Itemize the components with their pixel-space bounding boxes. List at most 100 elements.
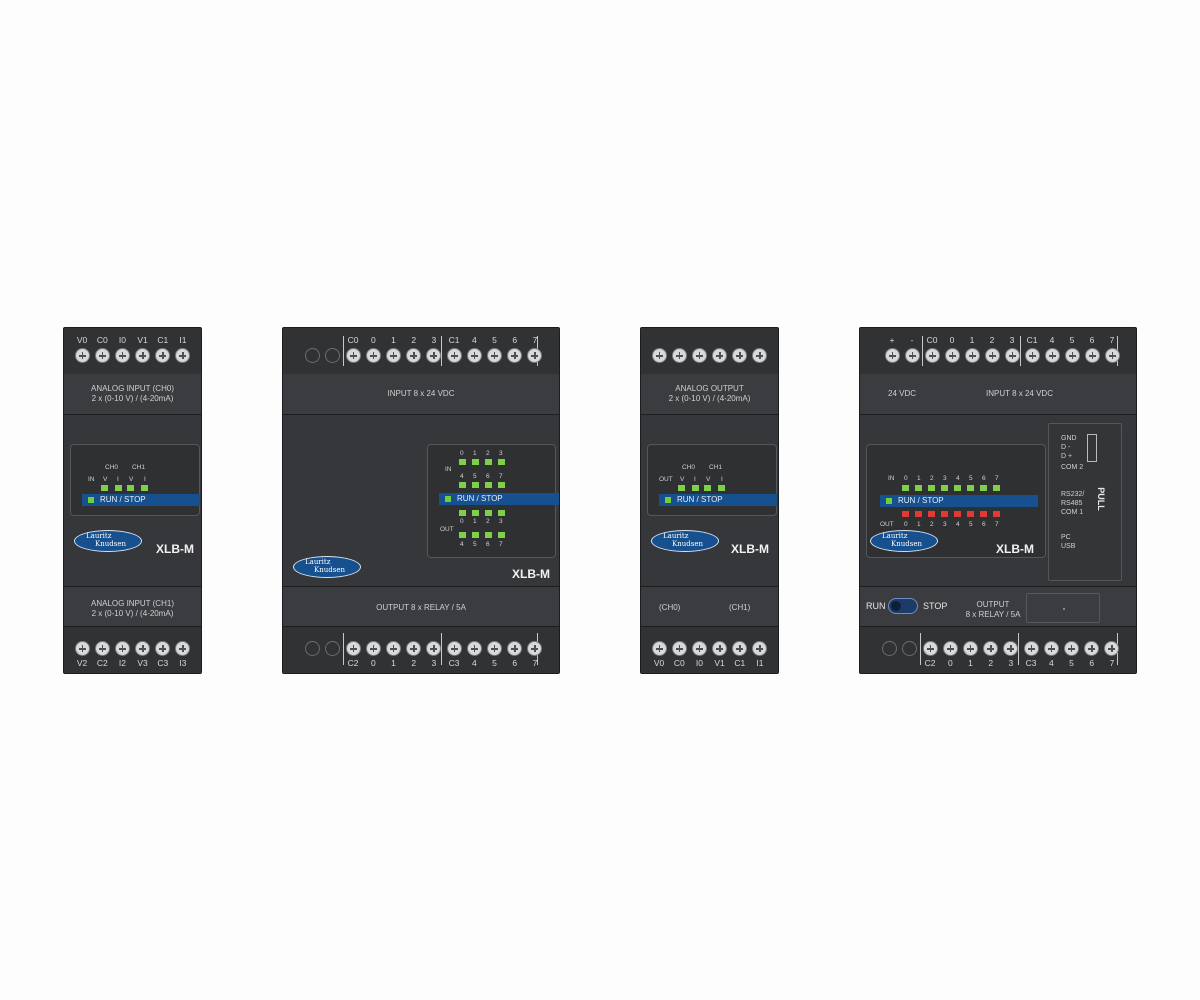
terminal-label: C2 [96, 658, 108, 668]
terminal-screw[interactable] [175, 641, 191, 656]
terminal-screw[interactable] [486, 641, 502, 656]
terminal-screw[interactable] [135, 641, 151, 656]
terminal-screw[interactable] [732, 348, 748, 363]
bottom-terminal-strip: V0 C0 I0 V1 C1 I1 [641, 626, 778, 673]
comm-port-cover[interactable]: GND D - D + COM 2 RS232/ RS485 COM 1 PC … [1048, 423, 1122, 581]
terminal-screw[interactable] [1084, 641, 1100, 656]
terminal-screw[interactable] [446, 641, 462, 656]
terminal-screw[interactable] [651, 641, 667, 656]
band-subtitle: 2 x (0-10 V) / (4-20mA) [668, 394, 751, 403]
terminal-screw[interactable] [1064, 348, 1080, 363]
supply-label: 24 VDC [888, 389, 917, 398]
terminal-screw[interactable] [884, 348, 900, 363]
terminal-screw[interactable] [74, 641, 90, 656]
terminal-screw[interactable] [1023, 641, 1039, 656]
terminal-screw[interactable] [904, 348, 920, 363]
terminal-screw[interactable] [406, 348, 422, 363]
band-title: INPUT 8 x 24 VDC [986, 389, 1053, 398]
terminal-screw[interactable] [1024, 348, 1040, 363]
terminal-screw[interactable] [1084, 348, 1100, 363]
terminal-label: 2 [411, 335, 417, 345]
terminal-screw[interactable] [712, 348, 728, 363]
terminal-screw[interactable] [94, 348, 110, 363]
terminal-screw[interactable] [962, 641, 978, 656]
band-title: ANALOG INPUT (CH1) [91, 599, 174, 608]
terminal-screw[interactable] [1044, 348, 1060, 363]
terminal-screw[interactable] [942, 641, 958, 656]
top-label-band: 24 VDC INPUT 8 x 24 VDC [860, 374, 1136, 415]
terminal-screw[interactable] [406, 641, 422, 656]
terminal-screw[interactable] [446, 348, 462, 363]
terminal-screw[interactable] [983, 641, 999, 656]
terminal-screw[interactable] [114, 641, 130, 656]
vi-label: I [144, 476, 146, 483]
terminal-screw[interactable] [671, 348, 687, 363]
terminal-screw[interactable] [1043, 641, 1059, 656]
terminal-screw[interactable] [691, 641, 707, 656]
terminal-screw[interactable] [527, 348, 543, 363]
terminal-screw[interactable] [345, 641, 361, 656]
channel-led [704, 485, 711, 491]
terminal-screw[interactable] [155, 348, 171, 363]
run-stop-switch[interactable] [888, 598, 918, 614]
bottom-label-band: (CH0) (CH1) [641, 586, 778, 629]
bottom-label-band: OUTPUT 8 x RELAY / 5A [283, 586, 559, 629]
output-led [980, 511, 987, 517]
brand-logo: Lauritz Knudsen [74, 530, 142, 552]
terminal-screw[interactable] [114, 348, 130, 363]
terminal-screw[interactable] [365, 348, 381, 363]
terminal-screw[interactable] [651, 348, 667, 363]
terminal-screw[interactable] [922, 641, 938, 656]
terminal-screw[interactable] [1003, 641, 1019, 656]
terminal-screw[interactable] [712, 641, 728, 656]
terminal-screw[interactable] [752, 348, 768, 363]
output-led [915, 511, 922, 517]
terminal-screw[interactable] [924, 348, 940, 363]
terminal-screw[interactable] [671, 641, 687, 656]
terminal-screw[interactable] [944, 348, 960, 363]
out-label: OUT [880, 521, 894, 528]
terminal-screw[interactable] [964, 348, 980, 363]
output-label: OUTPUT [976, 600, 1010, 609]
terminal-screw[interactable] [1063, 641, 1079, 656]
terminal-screw[interactable] [732, 641, 748, 656]
com2-label: COM 2 [1061, 464, 1084, 471]
terminal-screw[interactable] [1104, 348, 1120, 363]
terminal-screw[interactable] [984, 348, 1000, 363]
terminal-screw[interactable] [74, 348, 90, 363]
terminal-screw[interactable] [507, 641, 523, 656]
terminal-screw[interactable] [466, 348, 482, 363]
input-led [498, 482, 505, 488]
terminal-screw[interactable] [691, 348, 707, 363]
expansion-port-cover[interactable] [1026, 593, 1100, 623]
led-number: 0 [904, 475, 908, 482]
brand-logo: Lauritz Knudsen [651, 530, 719, 552]
terminal-label: 5 [492, 335, 497, 345]
terminal-screw[interactable] [175, 348, 191, 363]
model-label: XLB-M [512, 567, 550, 581]
terminal-screw[interactable] [155, 641, 171, 656]
terminal-screw[interactable] [752, 641, 768, 656]
terminal-label: C1 [1026, 335, 1038, 345]
switch-stop-label: STOP [923, 601, 948, 611]
terminal-label: 3 [1008, 658, 1014, 668]
switch-run-label: RUN [866, 601, 886, 611]
terminal-screw[interactable] [527, 641, 543, 656]
terminal-screw[interactable] [486, 348, 502, 363]
terminal-screw[interactable] [345, 348, 361, 363]
terminal-screw[interactable] [426, 348, 442, 363]
terminal-screw[interactable] [1104, 641, 1120, 656]
terminal-screw[interactable] [385, 641, 401, 656]
band-title: OUTPUT 8 x RELAY / 5A [376, 603, 466, 612]
terminal-screw[interactable] [365, 641, 381, 656]
terminal-screw[interactable] [385, 348, 401, 363]
terminal-screw[interactable] [426, 641, 442, 656]
terminal-screw[interactable] [1004, 348, 1020, 363]
input-led [993, 485, 1000, 491]
com2-connector[interactable] [1087, 434, 1097, 462]
terminal-screw[interactable] [466, 641, 482, 656]
terminal-screw[interactable] [507, 348, 523, 363]
terminal-screw[interactable] [135, 348, 151, 363]
terminal-screw[interactable] [94, 641, 110, 656]
ch0-label: CH0 [682, 464, 696, 471]
